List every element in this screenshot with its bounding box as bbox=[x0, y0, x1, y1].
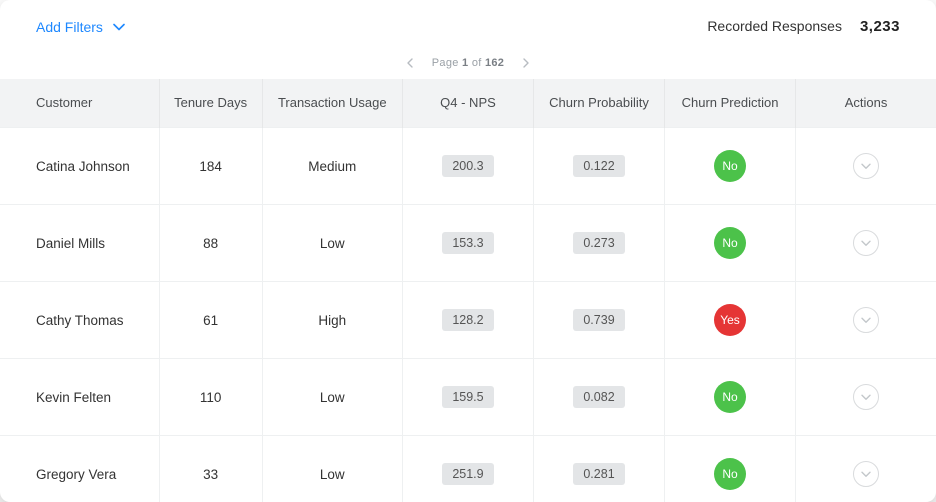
page-indicator: Page 1 of 162 bbox=[432, 57, 504, 69]
col-tenure-days: Tenure Days bbox=[159, 79, 262, 128]
customers-table: Customer Tenure Days Transaction Usage Q… bbox=[0, 79, 936, 502]
churn-badge-no: No bbox=[714, 227, 746, 259]
cell-customer: Cathy Thomas bbox=[0, 282, 159, 359]
cell-churn-prob: 0.273 bbox=[533, 205, 664, 282]
nps-pill: 153.3 bbox=[442, 232, 494, 254]
add-filters-label: Add Filters bbox=[36, 19, 103, 35]
responses-label: Recorded Responses bbox=[707, 18, 842, 34]
add-filters-button[interactable]: Add Filters bbox=[36, 19, 125, 35]
row-expand-button[interactable] bbox=[853, 230, 879, 256]
cell-tenure: 88 bbox=[159, 205, 262, 282]
cell-customer: Daniel Mills bbox=[0, 205, 159, 282]
nps-pill: 159.5 bbox=[442, 386, 494, 408]
pagination: Page 1 of 162 bbox=[0, 49, 936, 79]
cell-churn-pred: No bbox=[665, 128, 796, 205]
cell-actions bbox=[796, 128, 936, 205]
topbar: Add Filters Recorded Responses 3,233 bbox=[0, 0, 936, 49]
cell-churn-pred: Yes bbox=[665, 282, 796, 359]
churn-badge-no: No bbox=[714, 381, 746, 413]
data-table-card: Add Filters Recorded Responses 3,233 Pag… bbox=[0, 0, 936, 502]
nps-pill: 128.2 bbox=[442, 309, 494, 331]
cell-nps: 251.9 bbox=[402, 436, 533, 502]
table-row: Catina Johnson184Medium 200.3 0.122 No bbox=[0, 128, 936, 205]
col-actions: Actions bbox=[796, 79, 936, 128]
table-row: Kevin Felten110Low 159.5 0.082 No bbox=[0, 359, 936, 436]
col-transaction-usage: Transaction Usage bbox=[262, 79, 402, 128]
cell-nps: 153.3 bbox=[402, 205, 533, 282]
chevron-down-icon bbox=[861, 394, 871, 401]
prob-pill: 0.273 bbox=[573, 232, 625, 254]
cell-customer: Gregory Vera bbox=[0, 436, 159, 502]
chevron-down-icon bbox=[861, 471, 871, 478]
col-customer: Customer bbox=[0, 79, 159, 128]
cell-usage: Low bbox=[262, 205, 402, 282]
row-expand-button[interactable] bbox=[853, 384, 879, 410]
responses-count: 3,233 bbox=[860, 18, 900, 35]
cell-customer: Catina Johnson bbox=[0, 128, 159, 205]
cell-nps: 128.2 bbox=[402, 282, 533, 359]
cell-tenure: 61 bbox=[159, 282, 262, 359]
cell-usage: Medium bbox=[262, 128, 402, 205]
table-row: Gregory Vera33Low 251.9 0.281 No bbox=[0, 436, 936, 502]
col-q4-nps: Q4 - NPS bbox=[402, 79, 533, 128]
cell-tenure: 184 bbox=[159, 128, 262, 205]
cell-actions bbox=[796, 205, 936, 282]
row-expand-button[interactable] bbox=[853, 307, 879, 333]
page-prev-button[interactable] bbox=[406, 58, 414, 68]
cell-tenure: 110 bbox=[159, 359, 262, 436]
cell-churn-prob: 0.281 bbox=[533, 436, 664, 502]
table-row: Daniel Mills88Low 153.3 0.273 No bbox=[0, 205, 936, 282]
churn-badge-no: No bbox=[714, 150, 746, 182]
cell-actions bbox=[796, 282, 936, 359]
cell-churn-prob: 0.122 bbox=[533, 128, 664, 205]
recorded-responses: Recorded Responses 3,233 bbox=[707, 18, 900, 35]
prob-pill: 0.082 bbox=[573, 386, 625, 408]
chevron-down-icon bbox=[861, 317, 871, 324]
cell-actions bbox=[796, 436, 936, 502]
prob-pill: 0.739 bbox=[573, 309, 625, 331]
cell-actions bbox=[796, 359, 936, 436]
cell-churn-pred: No bbox=[665, 205, 796, 282]
cell-nps: 159.5 bbox=[402, 359, 533, 436]
cell-churn-pred: No bbox=[665, 436, 796, 502]
cell-customer: Kevin Felten bbox=[0, 359, 159, 436]
churn-badge-no: No bbox=[714, 458, 746, 490]
churn-badge-yes: Yes bbox=[714, 304, 746, 336]
cell-usage: Low bbox=[262, 359, 402, 436]
col-churn-probability: Churn Probability bbox=[533, 79, 664, 128]
nps-pill: 251.9 bbox=[442, 463, 494, 485]
cell-churn-pred: No bbox=[665, 359, 796, 436]
cell-usage: Low bbox=[262, 436, 402, 502]
row-expand-button[interactable] bbox=[853, 461, 879, 487]
cell-nps: 200.3 bbox=[402, 128, 533, 205]
cell-churn-prob: 0.082 bbox=[533, 359, 664, 436]
nps-pill: 200.3 bbox=[442, 155, 494, 177]
table-header-row: Customer Tenure Days Transaction Usage Q… bbox=[0, 79, 936, 128]
chevron-down-icon bbox=[113, 23, 125, 31]
chevron-down-icon bbox=[861, 163, 871, 170]
prob-pill: 0.122 bbox=[573, 155, 625, 177]
page-next-button[interactable] bbox=[522, 58, 530, 68]
chevron-down-icon bbox=[861, 240, 871, 247]
row-expand-button[interactable] bbox=[853, 153, 879, 179]
table-row: Cathy Thomas61High 128.2 0.739 Yes bbox=[0, 282, 936, 359]
col-churn-prediction: Churn Prediction bbox=[665, 79, 796, 128]
cell-churn-prob: 0.739 bbox=[533, 282, 664, 359]
cell-tenure: 33 bbox=[159, 436, 262, 502]
prob-pill: 0.281 bbox=[573, 463, 625, 485]
cell-usage: High bbox=[262, 282, 402, 359]
